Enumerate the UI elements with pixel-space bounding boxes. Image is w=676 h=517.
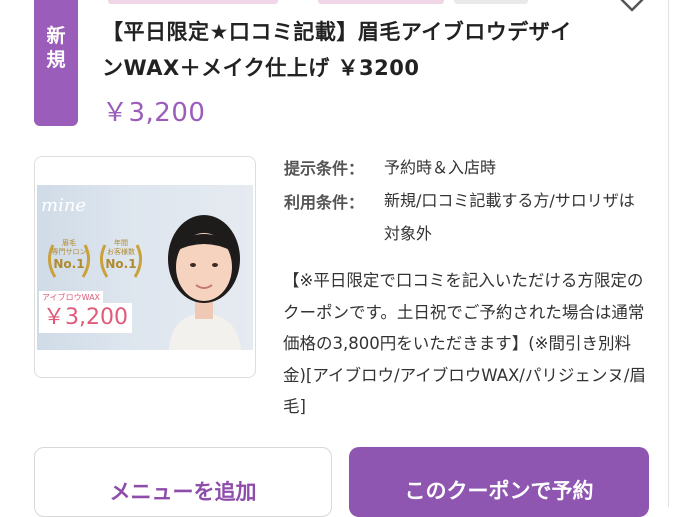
model-photo: mine 眉毛 専門サロン No.1 年間 お客様数 No.1 アイブロウWAX… [37,185,253,350]
award-1-top: 眉毛 [62,239,76,247]
coupon-description: 【※平日限定で口コミを記入いただける方限定のクーポンです。土日祝でご予約された場… [283,271,646,416]
brand-logo: mine [41,195,87,216]
usage-condition-value: 新規/口コミ記載する方/サロリザは対象外 [384,191,635,243]
coupon-price: ￥3,200 [102,98,206,128]
heart-outline-icon[interactable] [618,0,646,14]
usage-condition-label: 利用条件： [284,193,365,212]
badge-line-1: 新 [46,25,66,47]
award-2-number: No.1 [105,257,137,271]
model-face-illustration [168,215,241,350]
badge-line-2: 規 [46,49,66,71]
present-condition-label: 提示条件： [284,159,365,178]
award-1-number: No.1 [53,257,85,271]
award-2-top: 年間 [114,239,128,247]
promo-price: ￥3,200 [39,303,132,333]
laurel-award-icon: 年間 お客様数 No.1 [95,235,147,287]
coupon-title: 【平日限定★口コミ記載】眉毛アイブロウデザインWAX＋メイク仕上げ ￥3200 [102,20,572,80]
new-customer-badge: 新 規 [34,0,78,126]
award-2-mid: お客様数 [107,248,135,256]
present-condition-value: 予約時＆入店時 [384,158,497,177]
award-1-mid: 専門サロン [51,248,87,256]
coupon-thumbnail[interactable]: mine 眉毛 専門サロン No.1 年間 お客様数 No.1 アイブロウWAX… [34,156,256,378]
laurel-award-icon: 眉毛 専門サロン No.1 [43,235,95,287]
